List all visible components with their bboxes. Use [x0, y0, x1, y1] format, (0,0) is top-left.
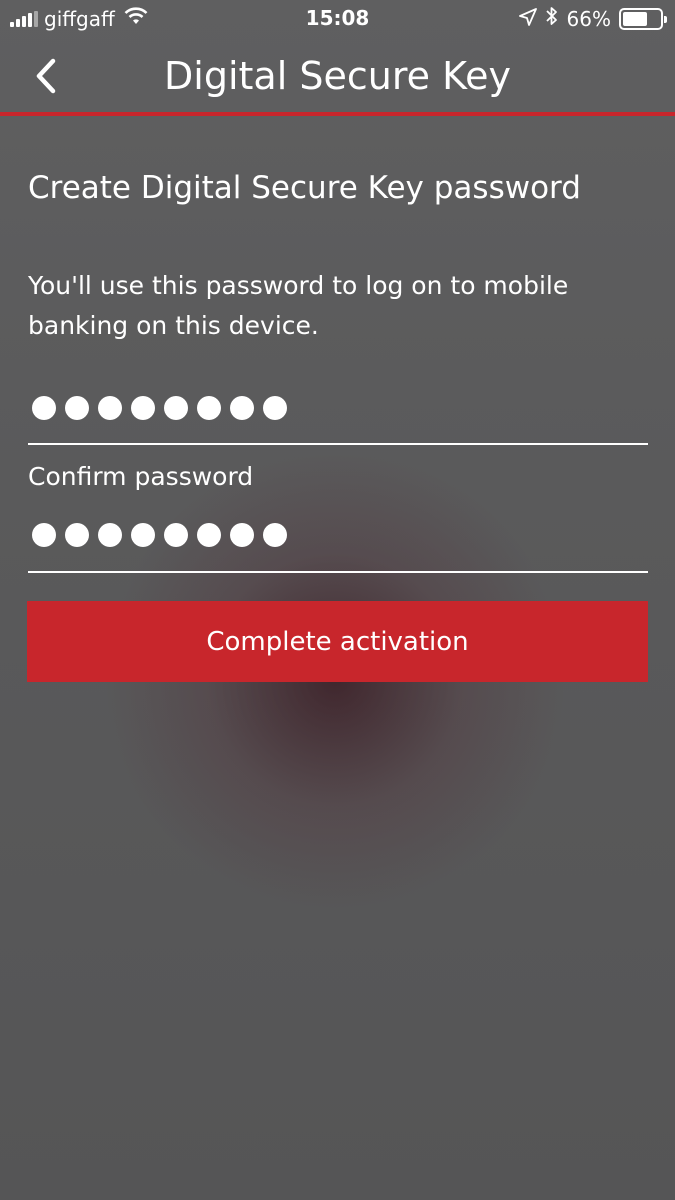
- confirm-password-label: Confirm password: [28, 462, 254, 491]
- bluetooth-icon: [545, 6, 559, 31]
- confirm-password-mask: [28, 505, 648, 547]
- password-field[interactable]: [28, 378, 648, 438]
- password-underline: [28, 443, 648, 445]
- password-mask: [28, 378, 648, 420]
- form-description: You'll use this password to log on to mo…: [28, 271, 569, 340]
- confirm-password-underline: [28, 571, 648, 573]
- nav-bar: Digital Secure Key: [0, 40, 675, 112]
- page-title: Digital Secure Key: [164, 54, 511, 98]
- complete-activation-button[interactable]: Complete activation: [27, 601, 648, 682]
- battery-icon: [619, 7, 667, 30]
- location-icon: [518, 7, 537, 31]
- nav-divider: [0, 112, 675, 116]
- status-bar: giffgaff 15:08 66%: [0, 0, 675, 40]
- battery-tip: [664, 15, 667, 23]
- battery-fill: [623, 11, 647, 26]
- form-heading: Create Digital Secure Key password: [28, 170, 581, 206]
- confirm-password-field[interactable]: [28, 505, 648, 565]
- battery-percent: 66%: [566, 6, 611, 31]
- status-right: 66%: [518, 6, 667, 31]
